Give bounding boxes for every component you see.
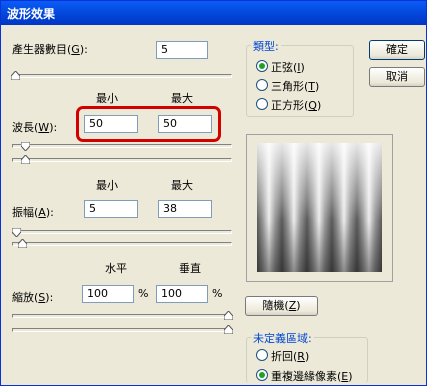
scale-horizontal-unit: % (138, 287, 149, 300)
wrap-around-label[interactable]: 折回(R) (271, 348, 309, 364)
wavelength-min-slider-track[interactable] (12, 144, 232, 148)
amplitude-min-slider-thumb[interactable] (12, 228, 21, 237)
amplitude-label: 振幅(A): (12, 206, 54, 219)
type-square-radio[interactable] (256, 98, 268, 110)
amplitude-max-slider-thumb[interactable] (18, 239, 27, 248)
generators-slider-thumb[interactable] (11, 71, 20, 80)
amplitude-min-input[interactable]: 5 (84, 200, 138, 218)
scale-vertical-header: 垂直 (179, 262, 201, 275)
scale-vertical-slider-thumb[interactable] (224, 325, 233, 334)
amplitude-max-slider-track[interactable] (12, 242, 232, 246)
amplitude-min-slider-track[interactable] (12, 230, 232, 234)
scale-vertical-unit: % (212, 287, 223, 300)
repeat-edge-pixels-label[interactable]: 重複邊緣像素(E) (271, 368, 353, 384)
scale-horizontal-header: 水平 (105, 262, 127, 275)
amplitude-max-input[interactable]: 38 (158, 200, 212, 218)
scale-horizontal-slider-thumb[interactable] (224, 311, 233, 320)
dialog-title: 波形效果 (7, 7, 56, 21)
wavelength-label: 波長(W): (12, 121, 58, 134)
wavelength-max-slider-track[interactable] (12, 158, 232, 162)
amplitude-max-header: 最大 (171, 179, 193, 192)
title-bar[interactable]: 波形效果 (1, 1, 426, 25)
wave-dialog: 波形效果 產生器數目(G): 5 最小 最大 波長(W): 50 50 最小 最… (0, 0, 427, 386)
type-triangle-label[interactable]: 三角形(T) (271, 78, 319, 94)
wavelength-max-slider-thumb[interactable] (21, 155, 30, 164)
scale-vertical-input[interactable]: 100 (156, 285, 208, 303)
scale-vertical-slider-track[interactable] (12, 328, 232, 332)
generators-label: 產生器數目(G): (12, 43, 88, 56)
wrap-around-radio[interactable] (256, 349, 268, 361)
repeat-edge-pixels-radio[interactable] (256, 369, 268, 381)
randomize-button[interactable]: 隨機(Z) (245, 296, 318, 316)
type-sine-label[interactable]: 正弦(I) (271, 59, 305, 75)
wavelength-min-header: 最小 (96, 92, 118, 105)
type-sine-radio[interactable] (256, 60, 268, 72)
wavelength-max-header: 最大 (171, 92, 193, 105)
generators-input[interactable]: 5 (156, 41, 208, 59)
scale-horizontal-input[interactable]: 100 (82, 285, 134, 303)
cancel-button[interactable]: 取消 (369, 67, 425, 87)
generators-slider-track[interactable] (12, 74, 232, 78)
wavelength-min-slider-thumb[interactable] (21, 142, 30, 151)
wavelength-highlight-annotation (76, 106, 221, 142)
wave-preview-image (257, 143, 382, 272)
ok-button[interactable]: 確定 (369, 40, 425, 60)
undefined-areas-title: 未定義區域: (251, 330, 314, 346)
amplitude-min-header: 最小 (96, 179, 118, 192)
scale-label: 縮放(S): (12, 291, 54, 304)
scale-horizontal-slider-track[interactable] (12, 314, 232, 318)
type-triangle-radio[interactable] (256, 79, 268, 91)
type-square-label[interactable]: 正方形(Q) (271, 97, 321, 113)
type-group-title: 類型: (251, 38, 281, 54)
